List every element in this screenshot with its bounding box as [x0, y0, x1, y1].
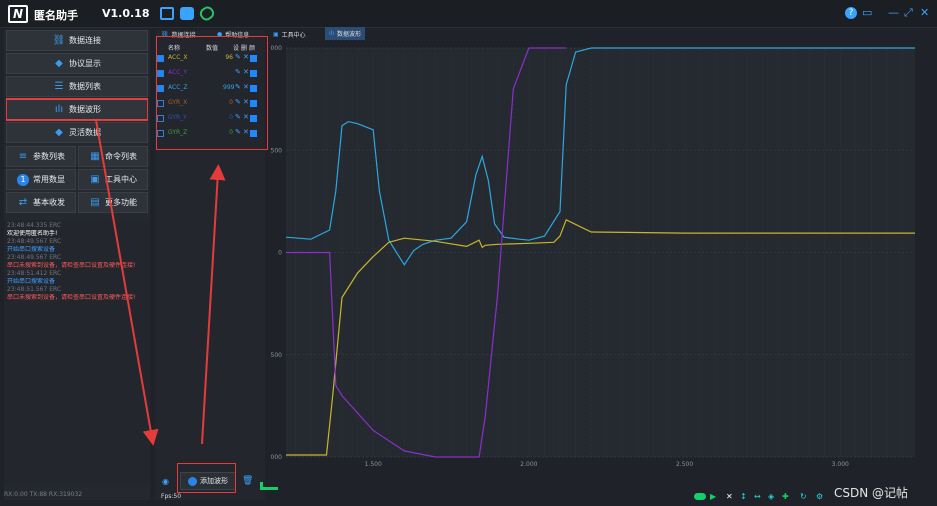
menu-param-list[interactable]: ≡ 参数列表 [6, 146, 76, 167]
sliders-icon: ≡ [18, 151, 28, 162]
menu-label: 数据列表 [69, 82, 101, 91]
toolbox-icon: ▣ [273, 31, 279, 38]
fps-readout: Fps:50 [161, 493, 182, 500]
tab-data-waveform[interactable]: ılı 数据波形 [325, 27, 366, 40]
log-line: 23:48:49.567 ERC [7, 254, 62, 261]
highlight-box-menu [6, 98, 148, 121]
tab-tool-center[interactable]: ▣ 工具中心 [273, 28, 306, 41]
x-tick-label: 2.000 [520, 461, 537, 468]
status-bar: RX:0.00 TX:88 RX:319032 [4, 491, 83, 498]
log-line: 欢迎使用匿名助手! [7, 230, 58, 237]
monitor-icon[interactable]: ▭ [862, 7, 872, 19]
menu-label: 参数列表 [33, 152, 65, 161]
log-line: 23:48:44.335 ERC [7, 222, 62, 229]
tab-label: 数据波形 [337, 31, 362, 38]
swap-icon: ⇄ [18, 197, 28, 208]
link-icon[interactable] [197, 4, 217, 23]
y-tick-label: 1,000 [270, 45, 282, 52]
plot-background [286, 48, 915, 457]
menu-data-connect[interactable]: ⛓ 数据连接 [6, 30, 148, 51]
menu-label: 灵活数据 [69, 128, 101, 137]
play-icon[interactable]: ▶ [710, 493, 718, 501]
app-version: V1.0.18 [102, 7, 150, 20]
log-line: 串口未搜索到设备，请检查串口设置及硬件连接! [7, 294, 136, 301]
app-title: 匿名助手 [34, 9, 78, 22]
menu-command-list[interactable]: ▦ 命令列表 [78, 146, 148, 167]
log-line: 串口未搜索到设备，请检查串口设置及硬件连接! [7, 262, 136, 269]
x-tick-label: 2.500 [676, 461, 693, 468]
menu-label: 常用数显 [33, 175, 65, 184]
vertical-zoom-icon[interactable]: ↕ [740, 493, 748, 501]
minimize-icon[interactable]: — [888, 7, 899, 19]
menu-flex-data[interactable]: ◆ 灵活数据 [6, 122, 148, 143]
menu-more[interactable]: ▤ 更多功能 [78, 192, 148, 213]
y-tick-label: 500 [271, 147, 283, 154]
log-line: 23:48:51.567 ERC [7, 286, 62, 293]
refresh-icon[interactable]: ↻ [800, 493, 808, 501]
list-icon: ☰ [54, 81, 64, 92]
menu-tool-center[interactable]: ▣ 工具中心 [78, 169, 148, 190]
cube-icon: ◆ [55, 127, 63, 138]
log-line: 开始串口搜索设备 [7, 246, 56, 253]
menu-label: 数据连接 [69, 36, 101, 45]
link-icon: ⛓ [52, 35, 66, 46]
y-tick-label: -500 [270, 352, 282, 359]
y-tick-label: 0 [278, 250, 282, 257]
menu-label: 协议显示 [69, 59, 101, 68]
toolbox-icon: ▣ [90, 174, 100, 185]
chat-icon[interactable] [180, 7, 194, 20]
cube-icon: ◆ [55, 58, 63, 69]
cursor-icon[interactable]: ◈ [768, 493, 776, 501]
y-tick-label: -1,000 [270, 454, 282, 461]
number-one-icon: 1 [17, 173, 29, 186]
chat-icon: ▤ [90, 197, 100, 208]
horizontal-zoom-icon[interactable]: ↔ [754, 493, 762, 501]
menu-protocol-display[interactable]: ◆ 协议显示 [6, 53, 148, 74]
menu-label: 基本收发 [33, 198, 65, 207]
marker-icon[interactable]: ✚ [782, 493, 790, 501]
menu-label: 命令列表 [105, 152, 137, 161]
eye-icon[interactable]: ◉ [162, 477, 169, 486]
settings-icon[interactable]: ⚙ [816, 493, 824, 501]
close-icon[interactable]: ✕ [920, 7, 929, 19]
waveform-chart[interactable]: 1,000 500 0 -500 -1,000 1.500 2.000 2.500 3.000 [263, 42, 937, 490]
maximize-icon[interactable]: ⤢ [904, 7, 913, 19]
menu-label: 更多功能 [105, 198, 137, 207]
x-tick-label: 1.500 [365, 461, 382, 468]
menu-label: 工具中心 [105, 175, 137, 184]
trash-icon[interactable]: 🗑 [242, 476, 253, 486]
app-logo-icon: N [8, 5, 28, 23]
chart-svg[interactable]: 1,000 500 0 -500 -1,000 1.500 2.000 2.500 3.000 [263, 42, 937, 490]
toggle-icon[interactable] [694, 493, 706, 500]
help-icon[interactable]: ? [845, 7, 857, 19]
highlight-box-table [156, 36, 268, 150]
fit-icon[interactable]: ✕ [726, 493, 734, 501]
menu-basic-txrx[interactable]: ⇄ 基本收发 [6, 192, 76, 213]
save-icon[interactable] [160, 7, 174, 20]
menu-data-list[interactable]: ☰ 数据列表 [6, 76, 148, 97]
tab-label: 工具中心 [281, 32, 306, 39]
log-panel: 23:48:44.335 ERC 欢迎使用匿名助手! 23:48:49.567 … [4, 220, 150, 485]
menu-common-display[interactable]: 1 常用数显 [6, 169, 76, 190]
log-line: 开始串口搜索设备 [7, 278, 56, 285]
highlight-box-add [177, 463, 236, 493]
log-line: 23:48:51.412 ERC [7, 270, 62, 277]
log-line: 23:48:49.567 ERC [7, 238, 62, 245]
x-tick-label: 3.000 [832, 461, 849, 468]
title-bar: N 匿名助手 V1.0.18 ? ▭ — ⤢ ✕ [0, 0, 937, 28]
grid-icon: ▦ [90, 151, 100, 162]
waveform-icon: ılı [329, 30, 335, 37]
watermark-text: CSDN @记帖 [834, 486, 909, 500]
